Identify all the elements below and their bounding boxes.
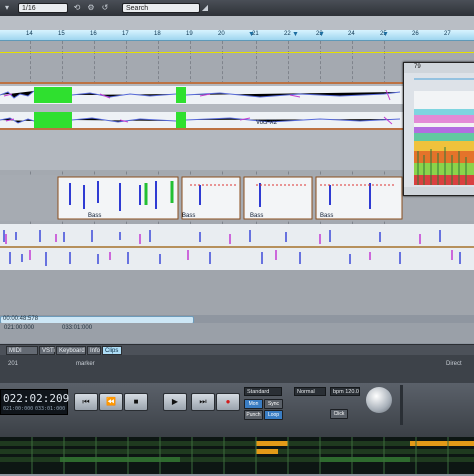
fast-forward-icon: ⏭ (199, 397, 207, 406)
punch-button[interactable]: Punch (244, 410, 263, 420)
spectrum-graph (404, 63, 474, 195)
loop-end-marker-icon[interactable]: ▼ (318, 31, 325, 38)
play-icon: ▶ (171, 397, 179, 406)
normal-select[interactable]: Normal (294, 387, 326, 396)
click-button[interactable]: Click (330, 409, 348, 419)
loop-start-marker-icon[interactable]: ▼ (248, 31, 255, 38)
track-header-strip (0, 16, 474, 31)
stop-icon: ■ (133, 397, 139, 406)
output-meter (0, 437, 474, 474)
tempo-field[interactable]: bpm 120.0 (330, 387, 360, 396)
start-time: 021:00:000 (4, 325, 35, 331)
playhead-marker-icon[interactable]: ▼ (292, 31, 299, 38)
ruler-bar-label: 27 (444, 31, 451, 37)
ruler-bar-label: 14 (26, 31, 33, 37)
ruler-bar-label: 24 (348, 31, 355, 37)
tool-icon[interactable]: ▾ (2, 3, 12, 13)
ruler-bar-label: 22 (284, 31, 291, 37)
ruler-bar-label: 26 (412, 31, 419, 37)
bass-clip-label: Bass (320, 213, 334, 219)
rewind-button[interactable]: ⏮ (74, 393, 98, 411)
tab-midi-editor[interactable]: MIDI Editor (6, 346, 38, 363)
search-options-icon[interactable]: ◢ (200, 3, 210, 13)
mode-select[interactable]: Standard (244, 387, 282, 396)
drum-waveform (0, 224, 474, 270)
sync-button[interactable]: Sync (264, 399, 283, 409)
jog-wheel[interactable] (366, 387, 392, 413)
volume-slider[interactable] (400, 385, 403, 425)
end-time: 033:01:000 (62, 325, 93, 331)
ruler-bar-label: 19 (186, 31, 193, 37)
sub-start-time: 021:00:000 (3, 406, 34, 412)
search-input[interactable]: Search (122, 3, 200, 13)
ruler-bar-label: 16 (90, 31, 97, 37)
sub-end-time: 033:01:000 (35, 406, 66, 412)
rewind-icon: ⏮ (82, 397, 90, 406)
automation-line[interactable] (0, 52, 474, 53)
selection-time: 00:00:48:578 (3, 316, 39, 322)
record-button[interactable]: ● (216, 393, 240, 411)
marker-label: marker (76, 361, 95, 367)
drum-track[interactable] (0, 224, 474, 270)
tab-vsti[interactable]: VSTi (39, 346, 55, 355)
position-display[interactable]: 022:02:209 021:00:000 033:01:000 (0, 389, 70, 415)
ruler-bar-label: 20 (218, 31, 225, 37)
empty-track-area[interactable] (0, 270, 474, 315)
level-readout: 201 (8, 361, 19, 367)
popup-header-value: 79 (414, 64, 421, 70)
play-button[interactable]: ▶ (163, 393, 187, 411)
transport-controls: 022:02:209 021:00:000 033:01:000 ⏮ ⏪ ■ ▶… (0, 383, 474, 437)
top-toolbar: ▾ 1/16 ⟲ ⚙ ↺ Search ◢ (0, 0, 474, 17)
transport-panel: 201 marker Direct 022:02:209 021:00:000 … (0, 355, 474, 437)
timeline-ruler[interactable]: 14 15 16 17 18 19 20 21 22 23 24 25 26 2… (0, 30, 474, 41)
position-time: 022:02:209 (3, 392, 70, 405)
vocal-clip-label: VocFX2 (256, 120, 278, 126)
bass-clip-label: Bass (250, 213, 264, 219)
settings-icon[interactable]: ⚙ (86, 3, 96, 13)
rewind-step-button[interactable]: ⏪ (99, 393, 123, 411)
loop-button[interactable]: Loop (264, 410, 283, 420)
tab-keyboard[interactable]: Keyboard (56, 346, 86, 355)
ruler-bar-label: 15 (58, 31, 65, 37)
tab-clips[interactable]: Clips (102, 346, 122, 355)
bass-clip-label: Bass (88, 213, 102, 219)
fast-rewind-icon: ⏪ (106, 397, 116, 406)
link-icon[interactable]: ↺ (100, 3, 110, 13)
ruler-bar-label: 17 (122, 31, 129, 37)
stop-button[interactable]: ■ (124, 393, 148, 411)
forward-button[interactable]: ⏭ (191, 393, 215, 411)
ruler-bar-label: 18 (154, 31, 161, 37)
snap-icon[interactable]: ⟲ (72, 3, 82, 13)
record-icon: ● (225, 397, 231, 406)
spectrum-popup[interactable]: 79 (403, 62, 474, 196)
quantize-select[interactable]: 1/16 (18, 3, 68, 13)
time-info-bar: 021:00:000 033:01:000 (0, 323, 474, 343)
meter-graph (0, 437, 474, 474)
tab-info[interactable]: Info (87, 346, 101, 355)
marker-flag-icon[interactable]: ▼ (382, 31, 389, 38)
direct-label: Direct (446, 361, 462, 367)
bass-clip-label: Bass (182, 213, 196, 219)
mon-button[interactable]: Mon (244, 399, 263, 409)
